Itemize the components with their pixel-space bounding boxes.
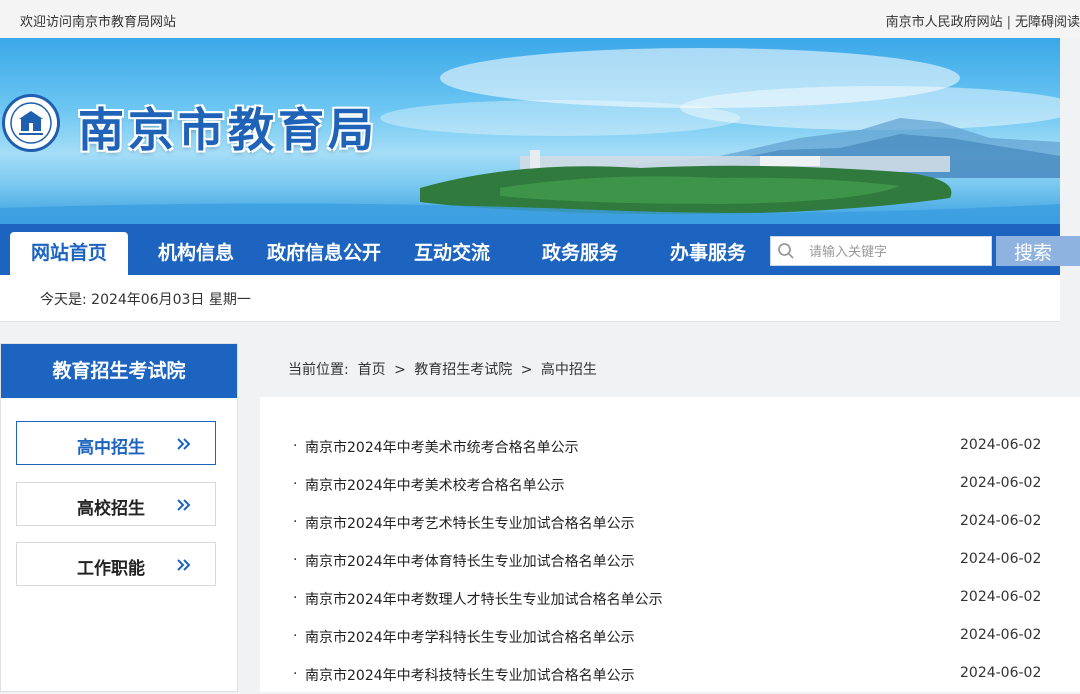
main-content: 当前位置: 首页 > 教育招生考试院 > 高中招生 · 南京市2024年中考美术市… [260,343,1080,692]
breadcrumb-prefix: 当前位置: [288,362,349,378]
double-chevron-right-icon [177,499,191,511]
sidebar: 教育招生考试院 高中招生 高校招生 工作职能 [0,343,238,692]
news-bullet: · [293,590,298,606]
news-item[interactable]: · 南京市2024年中考美术校考合格名单公示 2024-06-02 [260,466,1080,504]
search-box [770,236,992,266]
news-item[interactable]: · 南京市2024年中考数理人才特长生专业加试合格名单公示 2024-06-02 [260,580,1080,618]
date-bar: 今天是: 2024年06月03日 星期一 [0,275,1060,322]
breadcrumb-home[interactable]: 首页 [358,362,386,378]
breadcrumb-separator: > [394,362,406,378]
news-bullet: · [293,666,298,682]
sidebar-item-label: 工作职能 [77,559,145,579]
city-emblem-logo [2,94,60,152]
double-chevron-right-icon [177,438,191,450]
news-date: 2024-06-02 [960,475,1042,491]
news-title-link[interactable]: 南京市2024年中考美术校考合格名单公示 [305,475,565,495]
news-date: 2024-06-02 [960,437,1042,453]
news-item[interactable]: · 南京市2024年中考艺术特长生专业加试合格名单公示 2024-06-02 [260,504,1080,542]
news-item[interactable]: · 南京市2024年中考美术市统考合格名单公示 2024-06-02 [260,428,1080,466]
news-date: 2024-06-02 [960,627,1042,643]
news-item[interactable]: · 南京市2024年中考科技特长生专业加试合格名单公示 2024-06-02 [260,656,1080,694]
news-title-link[interactable]: 南京市2024年中考学科特长生专业加试合格名单公示 [305,627,635,647]
double-chevron-right-icon [177,559,191,571]
search-button[interactable]: 搜索 [996,236,1080,266]
breadcrumb-current: 高中招生 [540,362,597,378]
nav-gov-info[interactable]: 政府信息公开 [258,232,390,275]
news-bullet: · [293,514,298,530]
news-bullet: · [293,438,298,454]
top-link-separator: | [1006,15,1011,30]
news-bullet: · [293,628,298,644]
sidebar-item-work-functions[interactable]: 工作职能 [16,542,216,586]
nav-interaction[interactable]: 互动交流 [400,232,504,275]
news-date: 2024-06-02 [960,551,1042,567]
news-date: 2024-06-02 [960,665,1042,681]
breadcrumb: 当前位置: 首页 > 教育招生考试院 > 高中招生 [260,343,1080,397]
sidebar-item-college-admission[interactable]: 高校招生 [16,482,216,526]
search-input[interactable] [807,240,991,264]
today-date: 今天是: 2024年06月03日 星期一 [40,292,251,308]
nav-home[interactable]: 网站首页 [10,232,128,275]
news-title-link[interactable]: 南京市2024年中考艺术特长生专业加试合格名单公示 [305,513,635,533]
news-bullet: · [293,476,298,492]
news-title-link[interactable]: 南京市2024年中考体育特长生专业加试合格名单公示 [305,551,635,571]
news-date: 2024-06-02 [960,513,1042,529]
nav-business-services[interactable]: 办事服务 [656,232,760,275]
top-bar: 欢迎访问南京市教育局网站 南京市人民政府网站 | 无障碍阅读 [0,0,1080,38]
gov-site-link[interactable]: 南京市人民政府网站 [886,15,1003,30]
news-title-link[interactable]: 南京市2024年中考美术市统考合格名单公示 [305,437,579,457]
news-title-link[interactable]: 南京市2024年中考科技特长生专业加试合格名单公示 [305,665,635,685]
news-title-link[interactable]: 南京市2024年中考数理人才特长生专业加试合格名单公示 [305,589,663,609]
news-bullet: · [293,552,298,568]
sidebar-item-high-school-admission[interactable]: 高中招生 [16,421,216,465]
top-links: 南京市人民政府网站 | 无障碍阅读 [886,11,1080,30]
news-date: 2024-06-02 [960,589,1042,605]
sidebar-title: 教育招生考试院 [1,344,237,398]
sidebar-item-label: 高校招生 [77,499,145,519]
sidebar-item-label: 高中招生 [77,438,145,458]
nav-gov-services[interactable]: 政务服务 [528,232,632,275]
search-icon [778,243,794,259]
nav-organization[interactable]: 机构信息 [140,232,252,275]
news-item[interactable]: · 南京市2024年中考体育特长生专业加试合格名单公示 2024-06-02 [260,542,1080,580]
breadcrumb-exam-institute[interactable]: 教育招生考试院 [414,362,512,378]
accessible-reading-link[interactable]: 无障碍阅读 [1015,15,1080,30]
site-banner: 南京市教育局 [0,38,1060,224]
site-title-logo: 南京市教育局 [78,103,378,157]
welcome-text: 欢迎访问南京市教育局网站 [20,15,177,30]
breadcrumb-separator: > [520,362,533,378]
news-item[interactable]: · 南京市2024年中考学科特长生专业加试合格名单公示 2024-06-02 [260,618,1080,656]
